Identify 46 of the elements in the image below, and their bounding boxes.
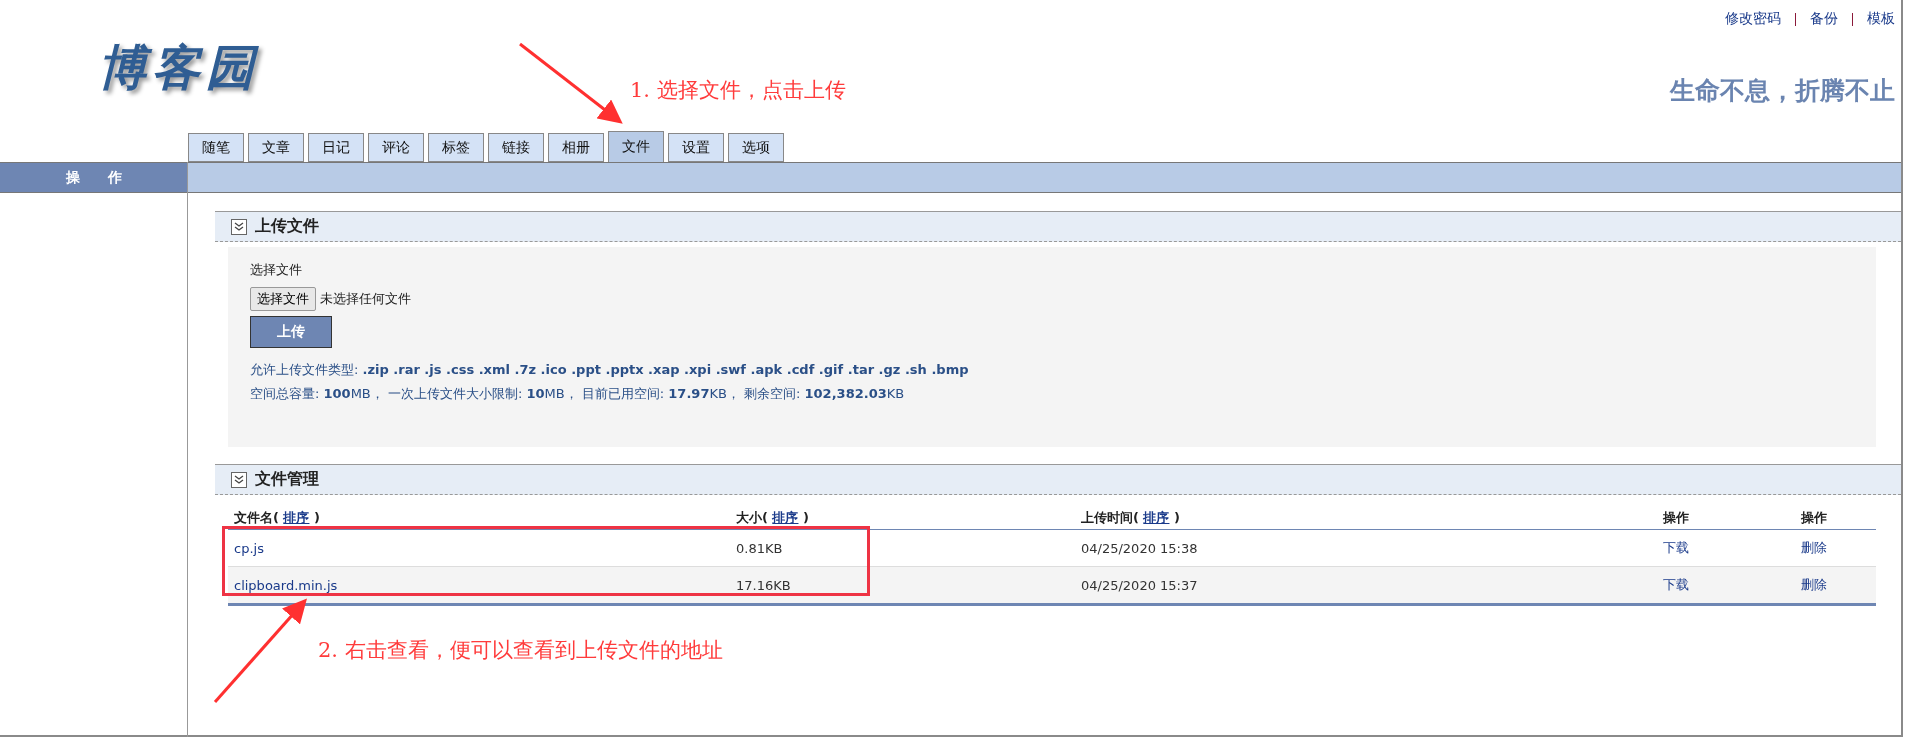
info-text: 空间总容量: 100MB， 一次上传文件大小限制: 10MB， 目前已用空间: 17.97KB， 剩余空间: 102,382.03KB — [250, 385, 906, 403]
sort-link[interactable]: 排序 — [283, 510, 310, 525]
column-header: 大小( 排序 ) — [730, 501, 1075, 530]
column-header: 文件名( 排序 ) — [228, 501, 730, 530]
file-link[interactable]: clipboard.min.js — [234, 577, 338, 593]
logo: 博客园 — [98, 38, 260, 96]
nav-tab[interactable]: 相册 — [548, 133, 604, 162]
nav-tab[interactable]: 日记 — [308, 133, 364, 162]
nav-tab[interactable]: 标签 — [428, 133, 484, 162]
header-link[interactable]: 备份 — [1810, 10, 1838, 28]
nav-tab[interactable]: 文章 — [248, 133, 304, 162]
delete-link[interactable]: 删除 — [1801, 577, 1827, 592]
header-link[interactable]: 修改密码 — [1725, 10, 1781, 28]
table-cell: 04/25/2020 15:38 — [1075, 529, 1657, 567]
info-text: 允许上传文件类型: .zip .rar .js .css .xml .7z .ico .ppt .pptx .xap .xpi .swf .apk .cdf .gif .tar .gz .sh .bmp — [250, 361, 970, 379]
section-title: 上传文件 — [255, 216, 319, 237]
collapse-icon[interactable] — [231, 218, 247, 235]
file-link[interactable]: cp.js — [234, 540, 264, 556]
column-header: 操作 — [1795, 501, 1876, 530]
nav-tab[interactable]: 文件 — [608, 131, 664, 162]
sidebar-title: 操 作 — [0, 162, 187, 193]
annotation-text: 1. 选择文件，点击上传 — [630, 77, 846, 104]
sort-link[interactable]: 排序 — [1143, 510, 1170, 525]
section-title: 文件管理 — [255, 469, 319, 490]
file-status: 未选择任何文件 — [320, 290, 411, 308]
column-header: 操作 — [1657, 501, 1795, 530]
nav-tab[interactable]: 设置 — [668, 133, 724, 162]
table-cell: 17.16KB — [730, 566, 1075, 605]
nav-tab[interactable]: 链接 — [488, 133, 544, 162]
annotation-text: 2. 右击查看，便可以查看到上传文件的地址 — [318, 637, 723, 664]
download-link[interactable]: 下载 — [1663, 577, 1689, 592]
sort-link[interactable]: 排序 — [772, 510, 799, 525]
collapse-icon[interactable] — [231, 471, 247, 488]
choose-file-button[interactable]: 选择文件 — [250, 287, 316, 311]
table-cell: 04/25/2020 15:37 — [1075, 566, 1657, 605]
column-header: 上传时间( 排序 ) — [1075, 501, 1657, 530]
table-cell: 0.81KB — [730, 529, 1075, 567]
delete-link[interactable]: 删除 — [1801, 540, 1827, 555]
nav-tab[interactable]: 选项 — [728, 133, 784, 162]
field-label: 选择文件 — [250, 261, 303, 279]
tagline: 生命不息，折腾不止 — [1670, 75, 1895, 107]
header-link[interactable]: 模板 — [1867, 10, 1895, 28]
upload-button[interactable]: 上传 — [250, 316, 332, 348]
download-link[interactable]: 下载 — [1663, 540, 1689, 555]
nav-tab[interactable]: 随笔 — [188, 133, 244, 162]
nav-tab[interactable]: 评论 — [368, 133, 424, 162]
